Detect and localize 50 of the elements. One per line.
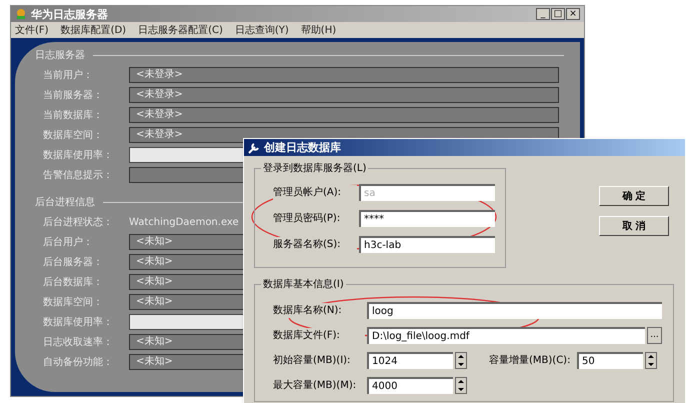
menu-item[interactable]: 日志服务器配置(C)	[138, 22, 223, 38]
field-label: 服务器名称(S):	[273, 237, 357, 252]
status-text: WatchingDaemon.exe	[129, 216, 239, 230]
section-heading: 后台进程信息	[35, 196, 95, 210]
input-field[interactable]: 50	[577, 352, 643, 369]
ok-button[interactable]: 确 定	[599, 186, 669, 206]
field-label: 告警信息提示：	[43, 168, 114, 182]
menu-item[interactable]: 帮助(H)	[300, 22, 336, 38]
close-button[interactable]: ×	[566, 8, 580, 20]
field-label: 当前数据库：	[43, 108, 104, 122]
browse-button[interactable]: ...	[647, 327, 662, 344]
field-label: 管理员帐户(A):	[273, 185, 357, 200]
cancel-button[interactable]: 取 消	[599, 216, 669, 236]
input-field[interactable]: h3c-lab	[359, 236, 495, 253]
field-label: 数据库使用率：	[43, 148, 114, 162]
spinner-icon[interactable]	[455, 377, 467, 394]
field-label: 日志收取速率：	[43, 336, 114, 350]
menu-item[interactable]: 数据库配置(D)	[60, 22, 126, 38]
field-label: 当前用户：	[43, 68, 94, 82]
input-field[interactable]: D:\log_file\loog.mdf	[367, 327, 645, 344]
input-field[interactable]: ****	[359, 210, 495, 227]
menu-item[interactable]: 文件(F)	[15, 22, 49, 38]
field-label: 数据库空间：	[43, 296, 104, 310]
value-field: <未登录>	[129, 67, 559, 83]
input-field[interactable]: loog	[367, 302, 662, 319]
input-field[interactable]: 4000	[367, 377, 453, 394]
field-label: 最大容量(MB)(M):	[273, 378, 358, 393]
window-title: 华为日志服务器	[31, 8, 108, 20]
field-label: 数据库空间：	[43, 128, 104, 142]
dialog-title: 创建日志数据库	[264, 142, 341, 153]
field-label: 自动备份功能：	[43, 356, 114, 370]
value-field: <未登录>	[129, 87, 559, 103]
section-heading: 日志服务器	[35, 48, 85, 63]
menu-item[interactable]: 日志查询(Y)	[234, 22, 289, 38]
minimize-button[interactable]: _	[536, 8, 550, 20]
field-label: 后台服务器：	[43, 256, 104, 270]
maximize-button[interactable]: □	[551, 8, 565, 20]
field-label: 后台数据库：	[43, 276, 104, 290]
spinner-icon[interactable]	[645, 352, 657, 369]
field-label: 当前服务器：	[43, 88, 104, 102]
value-field: <未登录>	[129, 107, 559, 123]
field-label: 容量增量(MB)(C):	[489, 354, 572, 368]
field-label: 后台用户：	[43, 236, 94, 250]
wrench-icon	[248, 142, 260, 154]
field-label: 后台进程状态：	[43, 216, 114, 230]
field-label: 数据库使用率：	[43, 316, 114, 330]
field-label: 初始容量(MB)(I):	[273, 354, 352, 368]
app-icon	[15, 8, 27, 20]
input-field[interactable]: 1024	[367, 352, 453, 369]
spinner-icon[interactable]	[455, 352, 467, 369]
